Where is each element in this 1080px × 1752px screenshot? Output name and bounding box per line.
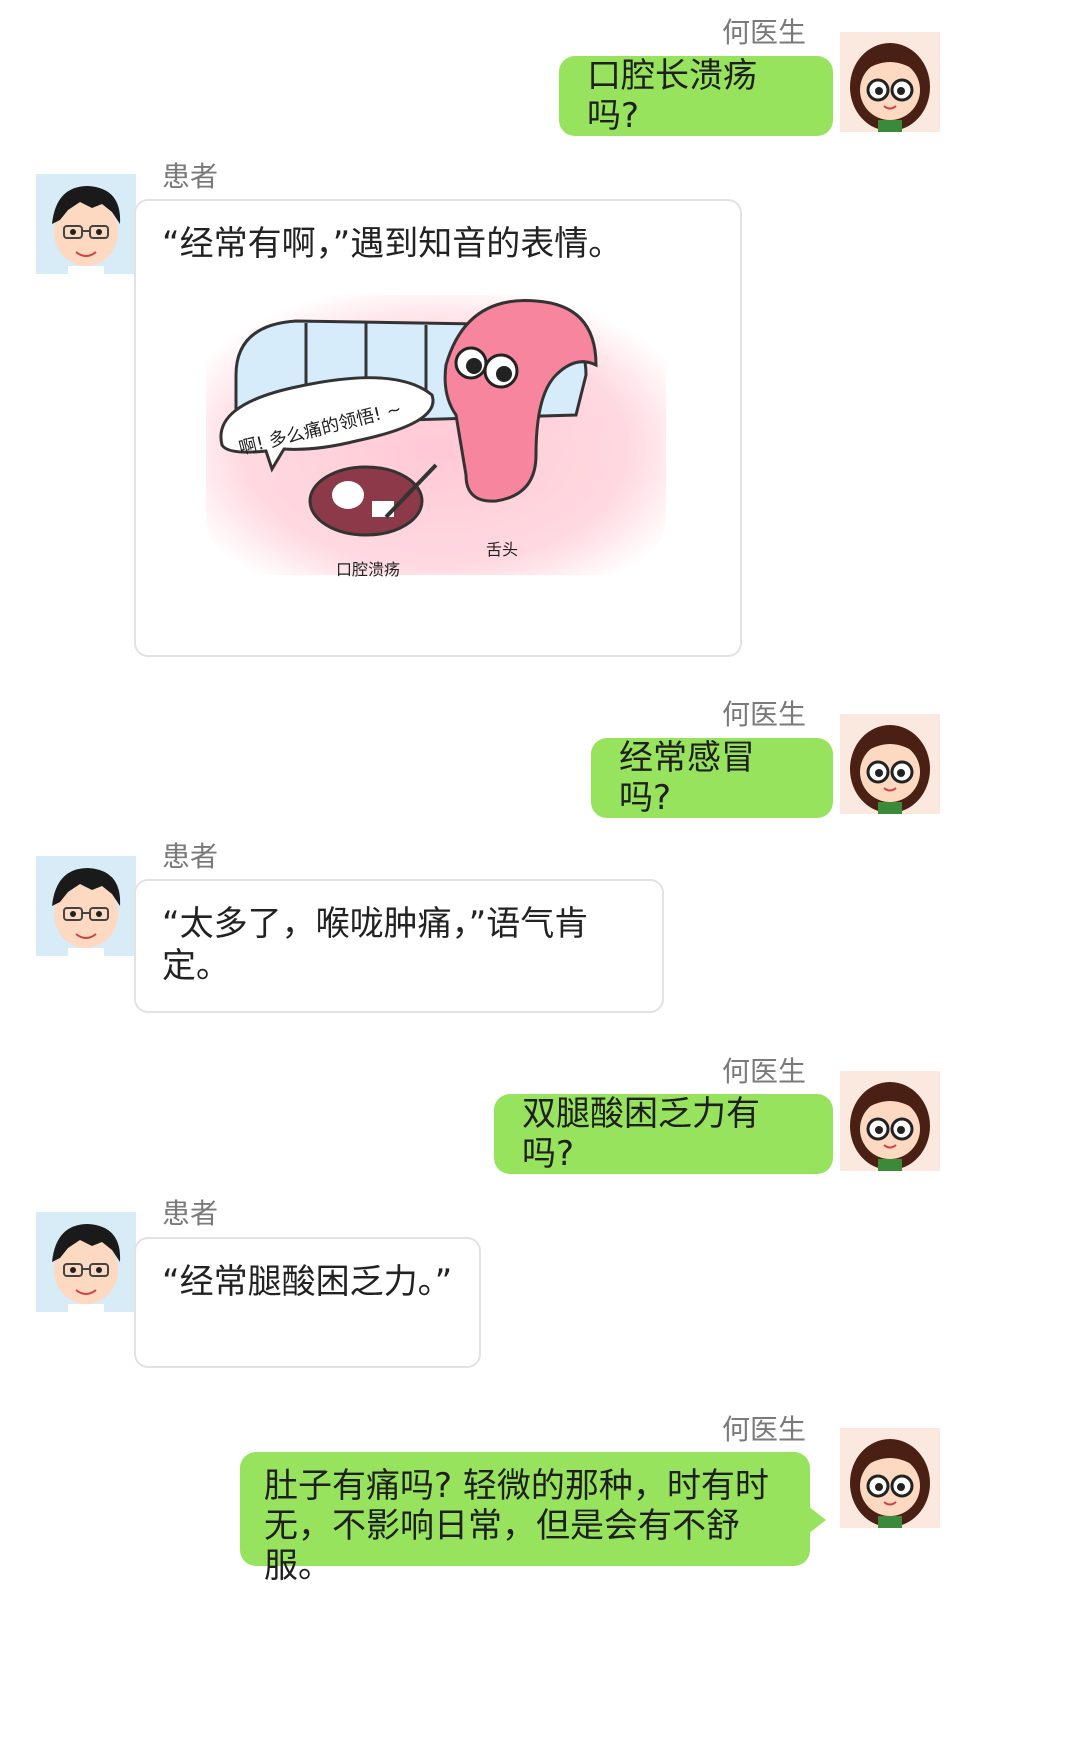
message-text: 口腔长溃疡吗? (587, 56, 757, 136)
sender-name-patient: 患者 (162, 1197, 219, 1230)
doctor-avatar[interactable] (840, 1071, 940, 1171)
tongue-label: 舌头 (486, 540, 518, 559)
doctor-avatar[interactable] (840, 714, 940, 814)
sender-name-doctor: 何医生 (722, 698, 807, 731)
message-text: 双腿酸困乏力有吗? (522, 1094, 760, 1174)
sender-name-patient: 患者 (162, 160, 219, 193)
sender-name-doctor: 何医生 (722, 1413, 807, 1446)
message-bubble-patient[interactable]: “太多了，喉咙肿痛，”语气肯定。 (134, 879, 664, 1013)
sender-name-doctor: 何医生 (722, 16, 807, 49)
message-text: “经常腿酸困乏力。” (162, 1262, 453, 1302)
patient-avatar[interactable] (36, 1212, 136, 1312)
message-bubble-doctor[interactable]: 口腔长溃疡吗? (559, 56, 833, 136)
sender-name-patient: 患者 (162, 840, 219, 873)
message-text: 经常感冒吗? (619, 738, 755, 818)
patient-avatar[interactable] (36, 856, 136, 956)
patient-avatar[interactable] (36, 174, 136, 274)
message-text: 肚子有痛吗? 轻微的那种，时有时无，不影响日常，但是会有不舒服。 (264, 1466, 769, 1586)
ulcer-label: 口腔溃疡 (336, 560, 400, 579)
message-text: “太多了，喉咙肿痛，”语气肯定。 (162, 904, 589, 986)
doctor-avatar[interactable] (840, 1428, 940, 1528)
message-bubble-patient[interactable]: “经常腿酸困乏力。” (134, 1237, 481, 1368)
sender-name-doctor: 何医生 (722, 1055, 807, 1088)
message-bubble-doctor[interactable]: 肚子有痛吗? 轻微的那种，时有时无，不影响日常，但是会有不舒服。 (240, 1452, 810, 1586)
mouth-ulcer-illustration: 啊! 多么痛的领悟! ~ 口腔溃疡 舌头 (196, 255, 676, 595)
bubble-tail (808, 1506, 826, 1534)
message-bubble-doctor[interactable]: 经常感冒吗? (591, 738, 833, 818)
message-bubble-doctor[interactable]: 双腿酸困乏力有吗? (494, 1094, 833, 1174)
message-bubble-patient[interactable]: “经常有啊，”遇到知音的表情。 啊! 多么痛的领悟! ~ 口腔溃疡 舌头 (134, 199, 742, 657)
doctor-avatar[interactable] (840, 32, 940, 132)
